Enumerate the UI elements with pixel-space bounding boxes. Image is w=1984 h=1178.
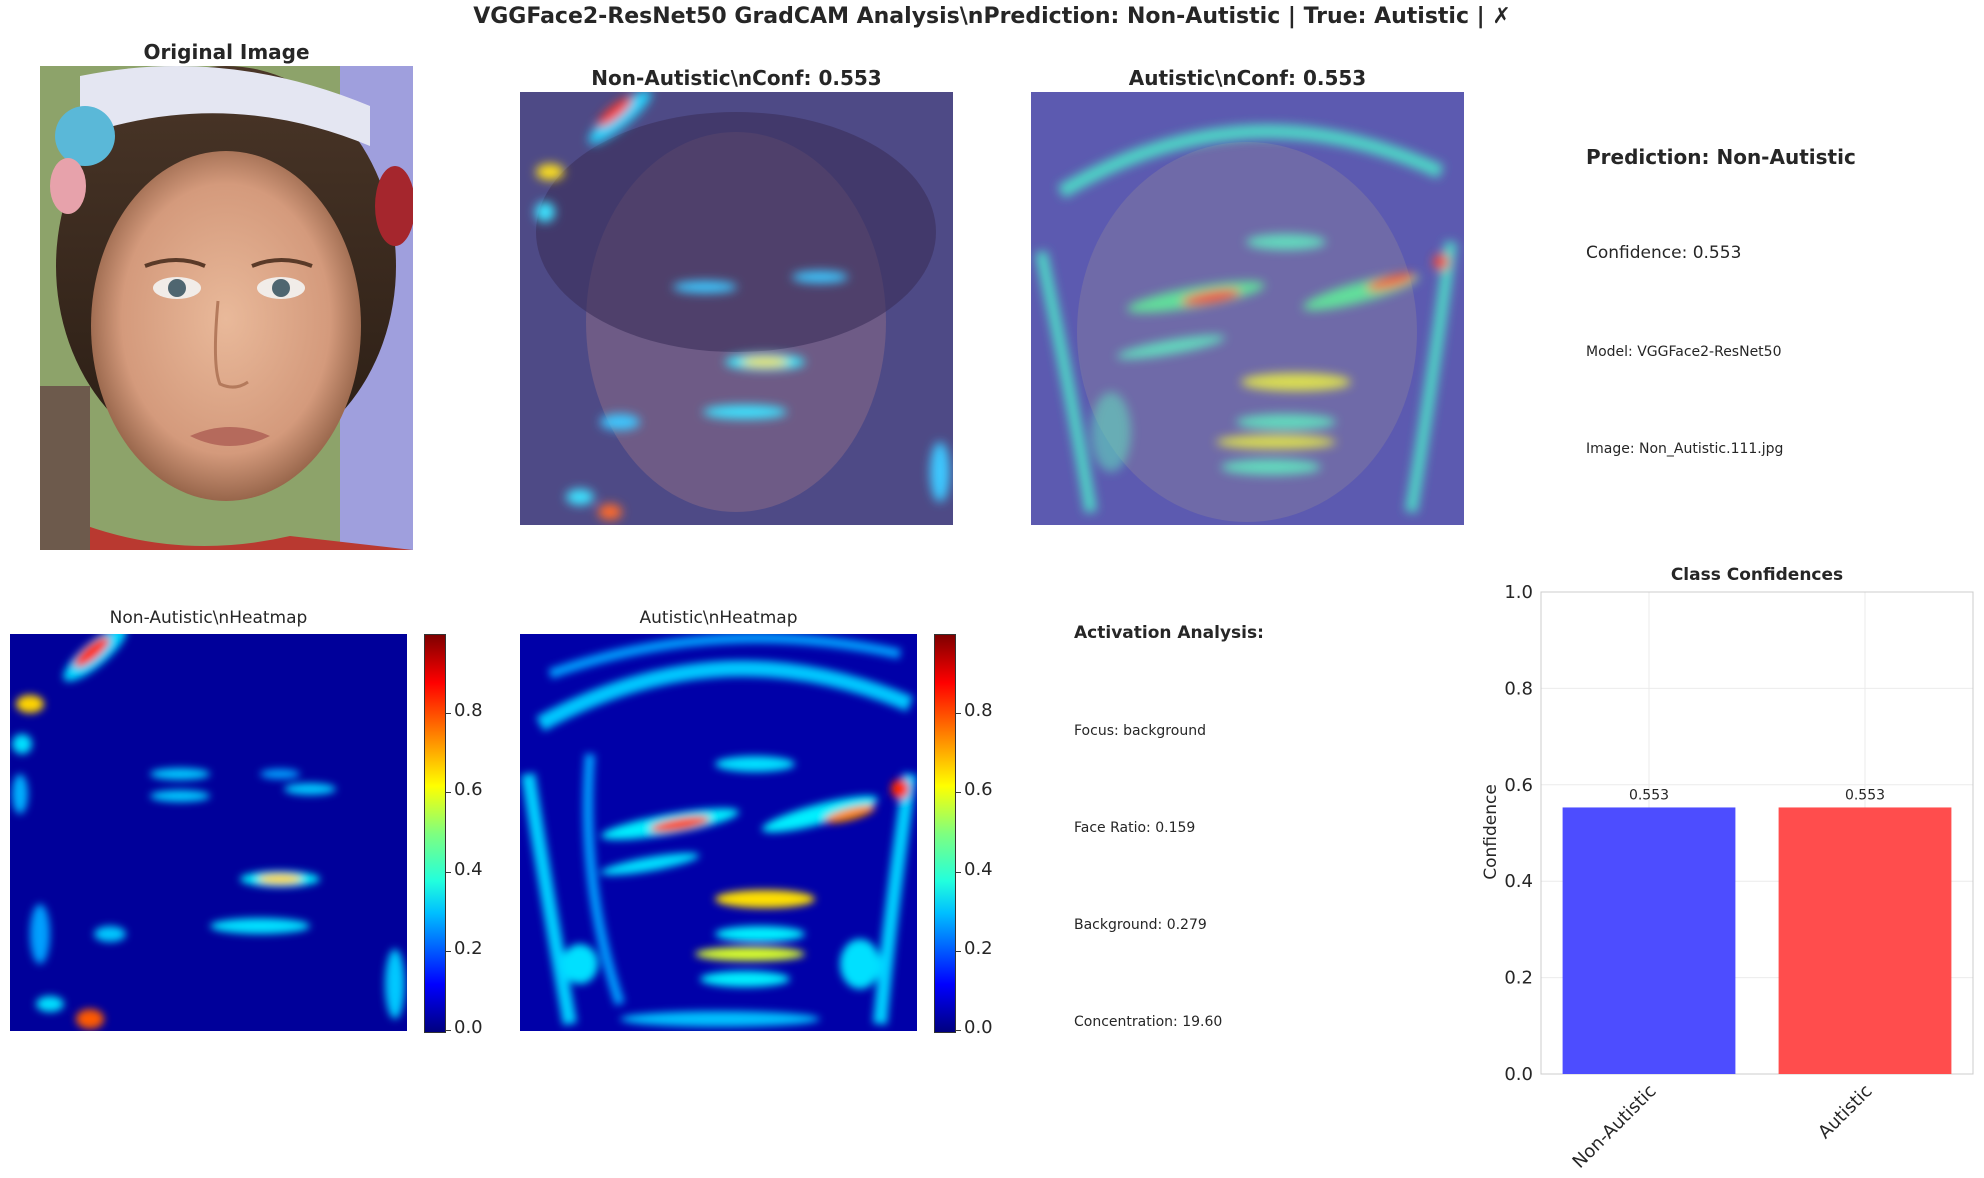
colorbar-autistic-ticks: 0.0 0.2 0.4 0.6 0.8 [956, 634, 1016, 1038]
prediction-text: Prediction: Non-Autistic [1586, 145, 1856, 169]
bar-autistic [1778, 807, 1952, 1074]
y-tick-label: 0.0 [1504, 1064, 1533, 1085]
overlay-nonautistic-title: Non-Autistic\nConf: 0.553 [591, 66, 882, 90]
colorbar-tick-label: 0.2 [964, 938, 993, 959]
confidence-text: Confidence: 0.553 [1586, 243, 1742, 263]
colorbar-tick-label: 0.2 [454, 938, 483, 959]
colorbar-tick-label: 0.0 [454, 1017, 483, 1038]
y-tick-label: 1.0 [1504, 582, 1533, 603]
gradcam-overlay-autistic [1031, 92, 1464, 525]
y-tick-label: 0.4 [1504, 871, 1533, 892]
background-text: Background: 0.279 [1074, 917, 1207, 933]
figure-title: VGGFace2-ResNet50 GradCAM Analysis\nPred… [473, 4, 1511, 29]
colorbar-tick-label: 0.8 [964, 700, 993, 721]
colorbar-autistic [934, 634, 956, 1033]
bar-value-label: 0.553 [1845, 787, 1885, 803]
model-text: Model: VGGFace2-ResNet50 [1586, 344, 1782, 360]
focus-text: Focus: background [1074, 723, 1206, 739]
original-image-title: Original Image [143, 40, 310, 64]
class-confidence-chart: Class Confidences Confidence 0.553 0.553 … [1481, 565, 1974, 1173]
x-tick-label: Autistic [1814, 1081, 1876, 1143]
colorbar-tick-label: 0.6 [964, 779, 993, 800]
colorbar-tick-label: 0.4 [454, 859, 483, 880]
colorbar-nonautistic [424, 634, 446, 1033]
heatmap-nonautistic-title: Non-Autistic\nHeatmap [109, 608, 308, 628]
heatmap-autistic [520, 634, 917, 1031]
colorbar-tick-label: 0.8 [454, 700, 483, 721]
y-tick-label: 0.6 [1504, 775, 1533, 796]
x-tick-label: Non-Autistic [1569, 1081, 1661, 1173]
colorbar-nonautistic-ticks: 0.0 0.2 0.4 0.6 0.8 [446, 634, 506, 1038]
colorbar-tick-label: 0.4 [964, 859, 993, 880]
image-name-text: Image: Non_Autistic.111.jpg [1586, 441, 1784, 457]
bar-non-autistic [1562, 807, 1736, 1074]
chart-title: Class Confidences [1671, 565, 1843, 585]
y-tick-label: 0.8 [1504, 678, 1533, 699]
gradcam-overlay-nonautistic [520, 92, 953, 525]
heatmap-nonautistic [10, 634, 407, 1031]
colorbar-tick-label: 0.0 [964, 1017, 993, 1038]
original-face-image [40, 66, 413, 550]
heatmap-autistic-title: Autistic\nHeatmap [639, 608, 798, 628]
y-axis-label: Confidence [1481, 784, 1501, 880]
overlay-autistic-title: Autistic\nConf: 0.553 [1128, 66, 1367, 90]
activation-analysis-title: Activation Analysis: [1074, 623, 1264, 643]
face-ratio-text: Face Ratio: 0.159 [1074, 820, 1196, 836]
y-tick-label: 0.2 [1504, 968, 1533, 989]
colorbar-tick-label: 0.6 [454, 779, 483, 800]
concentration-text: Concentration: 19.60 [1074, 1014, 1223, 1030]
bar-value-label: 0.553 [1629, 787, 1669, 803]
